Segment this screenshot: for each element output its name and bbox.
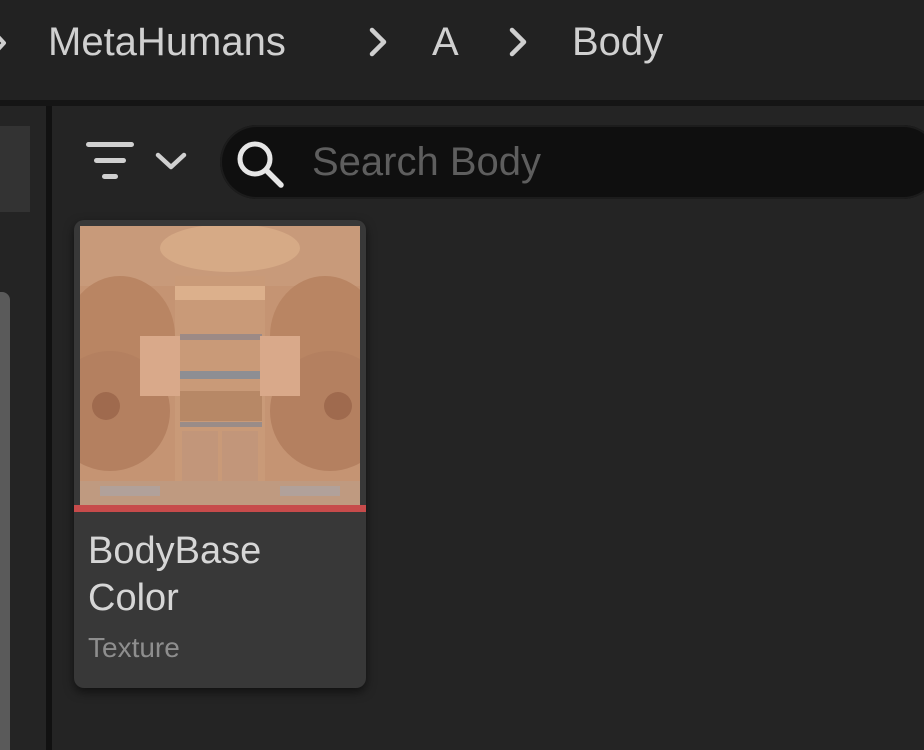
search-icon bbox=[237, 141, 284, 188]
asset-type-color-bar bbox=[74, 505, 366, 512]
breadcrumb-item-metahumans[interactable]: MetaHumans bbox=[48, 18, 286, 66]
sources-panel-item[interactable] bbox=[0, 126, 30, 212]
filter-icon bbox=[86, 142, 134, 179]
chevron-right-icon bbox=[509, 27, 527, 57]
sources-panel-scrollbar[interactable] bbox=[0, 292, 10, 750]
filter-button[interactable] bbox=[84, 136, 194, 188]
chevron-down-icon bbox=[155, 152, 187, 170]
chevron-right-icon bbox=[0, 35, 6, 51]
sources-panel bbox=[0, 106, 46, 750]
breadcrumb-item-body[interactable]: Body bbox=[572, 18, 663, 66]
asset-type-label: Texture bbox=[88, 632, 180, 663]
search-input[interactable] bbox=[312, 135, 912, 189]
chevron-right-icon bbox=[369, 27, 387, 57]
breadcrumb-item-a[interactable]: A bbox=[432, 18, 459, 66]
asset-name: BodyBase Color bbox=[88, 530, 262, 619]
texture-thumbnail bbox=[80, 226, 360, 506]
breadcrumb-bar: MetaHumans A Body bbox=[0, 0, 924, 100]
